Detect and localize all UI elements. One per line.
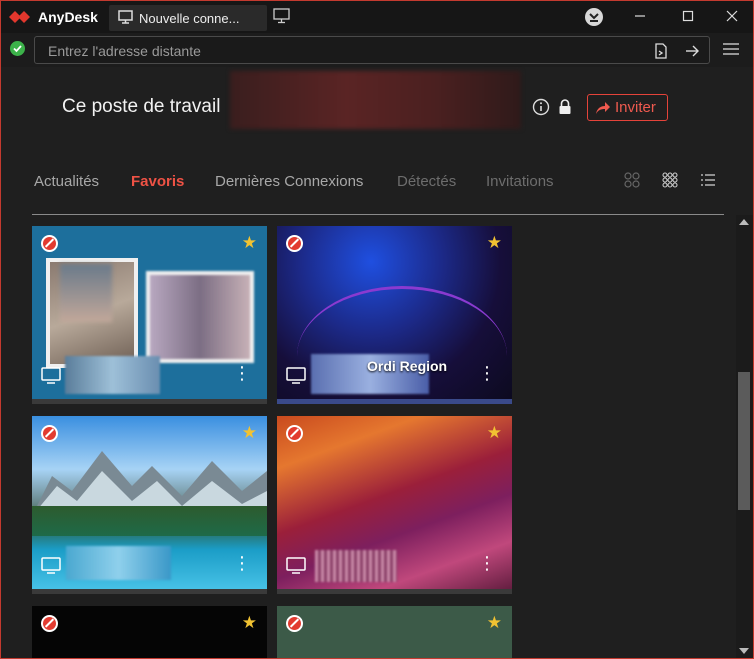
- favorite-card[interactable]: ★ ⋮ Ordi Region: [277, 226, 512, 404]
- monitor-icon: [286, 367, 306, 384]
- this-desk-label: Ce poste de travail: [62, 96, 221, 117]
- app-name: AnyDesk: [38, 9, 98, 25]
- star-icon[interactable]: ★: [487, 233, 502, 253]
- close-button[interactable]: [721, 7, 743, 27]
- invite-label: Inviter: [615, 99, 656, 116]
- blocked-icon: [286, 425, 303, 442]
- tab-discovered[interactable]: Détectés: [397, 173, 456, 190]
- hamburger-menu-icon[interactable]: [723, 42, 739, 56]
- share-arrow-icon: [596, 102, 610, 114]
- invite-button[interactable]: Inviter: [587, 94, 668, 121]
- monitor-icon: [41, 367, 61, 384]
- more-vertical-icon[interactable]: ⋮: [233, 364, 251, 382]
- maximize-button[interactable]: [677, 7, 699, 27]
- card-alias: Ordi Region: [367, 358, 448, 374]
- favorite-card[interactable]: ★ ⋮: [277, 416, 512, 594]
- blocked-icon: [286, 615, 303, 632]
- title-bar: AnyDesk Nouvelle conne...: [1, 1, 753, 33]
- remote-address-input[interactable]: Entrez l'adresse distante: [34, 36, 710, 64]
- tab-label: Nouvelle conne...: [139, 11, 240, 26]
- scroll-down-arrow-icon[interactable]: [739, 648, 749, 654]
- blocked-icon: [41, 235, 58, 252]
- file-transfer-icon[interactable]: [654, 43, 668, 59]
- card-bottom-bar: [32, 399, 267, 404]
- card-bottom-bar: [277, 589, 512, 594]
- anydesk-logo-icon: [9, 11, 30, 23]
- thumbnail-blur: [60, 264, 112, 322]
- tab-new-connection[interactable]: Nouvelle conne...: [109, 5, 267, 31]
- download-icon[interactable]: [585, 8, 603, 26]
- star-icon[interactable]: ★: [487, 613, 502, 633]
- anydesk-window: AnyDesk Nouvelle conne... Entrez l'adres…: [0, 0, 754, 659]
- tabs-divider: [32, 214, 724, 215]
- scrollbar-thumb[interactable]: [738, 372, 750, 510]
- large-tiles-view-icon[interactable]: [624, 172, 640, 188]
- small-tiles-view-icon[interactable]: [662, 172, 678, 188]
- new-tab-icon[interactable]: [273, 8, 291, 24]
- monitor-icon: [118, 10, 133, 24]
- scrollbar[interactable]: [736, 215, 753, 658]
- desk-id-redacted: [230, 71, 521, 129]
- star-icon[interactable]: ★: [487, 423, 502, 443]
- favorite-card[interactable]: ★: [277, 606, 512, 658]
- card-bottom-bar: [32, 589, 267, 594]
- tab-news[interactable]: Actualités: [34, 173, 99, 190]
- scroll-up-arrow-icon[interactable]: [739, 219, 749, 225]
- lock-icon[interactable]: [558, 98, 572, 116]
- check-circle-icon: [10, 41, 25, 56]
- blocked-icon: [286, 235, 303, 252]
- remote-id-redacted: [315, 550, 397, 582]
- blocked-icon: [41, 425, 58, 442]
- address-placeholder: Entrez l'adresse distante: [48, 43, 201, 59]
- favorite-card[interactable]: ★: [32, 606, 267, 658]
- more-vertical-icon[interactable]: ⋮: [478, 364, 496, 382]
- tab-favorites[interactable]: Favoris: [131, 173, 184, 190]
- tab-invitations[interactable]: Invitations: [486, 173, 554, 190]
- favorite-card[interactable]: ★ ⋮: [32, 226, 267, 404]
- more-vertical-icon[interactable]: ⋮: [478, 554, 496, 572]
- forest-band: [32, 506, 267, 536]
- more-vertical-icon[interactable]: ⋮: [233, 554, 251, 572]
- remote-id-redacted: [65, 356, 160, 394]
- favorite-card[interactable]: ★ ⋮: [32, 416, 267, 594]
- star-icon[interactable]: ★: [242, 423, 257, 443]
- minimize-button[interactable]: [629, 7, 651, 27]
- info-icon[interactable]: [532, 98, 550, 116]
- star-icon[interactable]: ★: [242, 233, 257, 253]
- blocked-icon: [41, 615, 58, 632]
- monitor-icon: [286, 557, 306, 574]
- card-bottom-bar: [277, 399, 512, 404]
- address-row: Entrez l'adresse distante: [1, 33, 753, 67]
- list-view-icon[interactable]: [700, 172, 716, 188]
- remote-id-redacted: [66, 546, 171, 580]
- tab-recent-connections[interactable]: Dernières Connexions: [215, 173, 363, 190]
- monitor-icon: [41, 557, 61, 574]
- star-icon[interactable]: ★: [242, 613, 257, 633]
- thumbnail-photo: [146, 271, 254, 363]
- arrow-right-icon[interactable]: [684, 43, 700, 59]
